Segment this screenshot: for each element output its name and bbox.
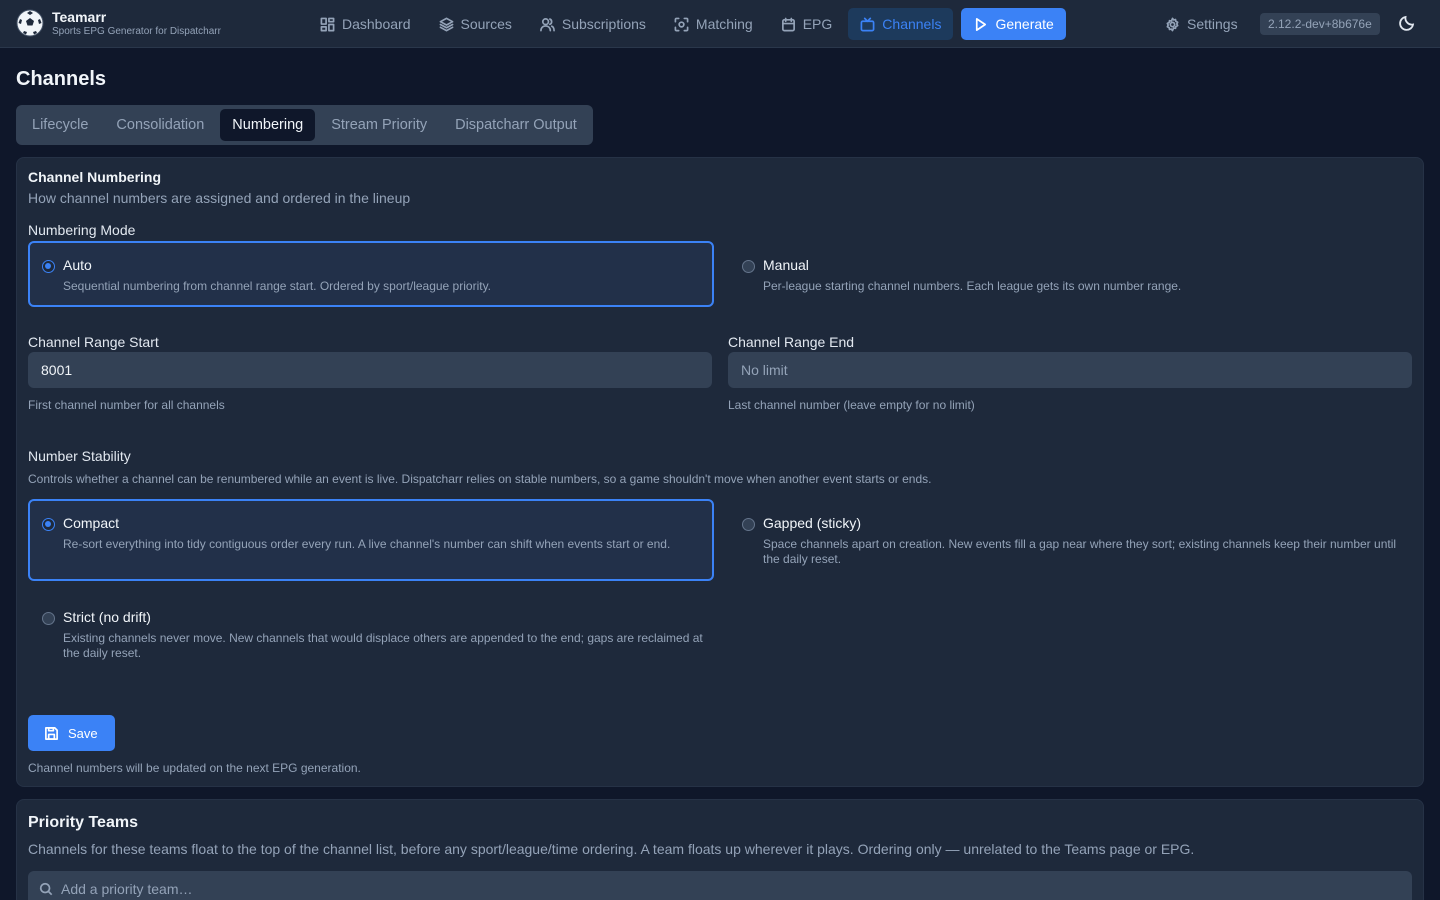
strict-radio[interactable]	[42, 612, 55, 625]
top-navigation-bar: Teamarr Sports EPG Generator for Dispatc…	[0, 0, 1440, 48]
section-description: How channel numbers are assigned and ord…	[28, 190, 411, 206]
tab-consolidation[interactable]: Consolidation	[104, 109, 216, 141]
gear-icon	[1166, 17, 1179, 31]
manual-radio[interactable]	[742, 260, 755, 273]
option-description: Existing channels never move. New channe…	[63, 631, 703, 660]
search-icon	[39, 882, 53, 896]
tab-numbering[interactable]: Numbering	[220, 109, 316, 141]
tab-dispatcharr-output[interactable]: Dispatcharr Output	[443, 109, 589, 141]
scan-icon	[674, 17, 689, 31]
tv-icon	[860, 17, 875, 31]
numbering-mode-label: Numbering Mode	[28, 222, 136, 238]
stability-compact-option[interactable]: Compact Re-sort everything into tidy con…	[28, 499, 714, 581]
compact-radio[interactable]	[42, 518, 55, 531]
nav-item-label: Matching	[695, 16, 753, 32]
nav-item-label: EPG	[802, 16, 833, 32]
floppy-disk-icon	[45, 726, 58, 740]
nav-item-label: Sources	[460, 16, 512, 32]
range-end-input[interactable]: No limit	[728, 352, 1412, 388]
option-title: Manual	[763, 257, 809, 273]
range-start-label: Channel Range Start	[28, 334, 159, 350]
brand[interactable]: Teamarr Sports EPG Generator for Dispatc…	[16, 9, 221, 37]
generate-button[interactable]: Generate	[961, 8, 1066, 40]
range-end-help: Last channel number (leave empty for no …	[728, 398, 975, 412]
layers-icon	[439, 17, 453, 31]
range-start-help: First channel number for all channels	[28, 398, 225, 412]
option-title: Compact	[63, 515, 120, 531]
nav-item-dashboard[interactable]: Dashboard	[308, 8, 423, 40]
version-badge: 2.12.2-dev+8b676e	[1260, 13, 1380, 35]
nav-item-epg[interactable]: EPG	[769, 8, 845, 40]
section-title: Priority Teams	[28, 814, 138, 831]
nav-item-matching[interactable]: Matching	[662, 8, 765, 40]
settings-label: Settings	[1187, 16, 1238, 32]
option-description: Re-sort everything into tidy contiguous …	[63, 537, 671, 551]
option-title: Auto	[63, 257, 92, 273]
app-subtitle: Sports EPG Generator for Dispatcharr	[52, 25, 221, 37]
main-nav: Dashboard Sources Subscriptions Matching…	[308, 8, 1070, 40]
calendar-icon	[781, 17, 795, 31]
users-icon	[539, 17, 555, 31]
nav-item-label: Dashboard	[342, 16, 411, 32]
page-title: Channels	[16, 68, 107, 90]
save-note: Channel numbers will be updated on the n…	[28, 761, 361, 775]
save-button[interactable]: Save	[28, 715, 115, 751]
dashboard-icon	[320, 17, 335, 31]
numbering-mode-manual-option[interactable]: Manual Per-league starting channel numbe…	[728, 241, 1414, 307]
range-start-input[interactable]: 8001	[28, 352, 712, 388]
nav-item-channels[interactable]: Channels	[848, 8, 954, 40]
search-placeholder: Add a priority team…	[61, 881, 193, 897]
theme-toggle-button[interactable]	[1398, 14, 1418, 34]
stability-strict-option[interactable]: Strict (no drift) Existing channels neve…	[28, 593, 714, 675]
number-stability-label: Number Stability	[28, 448, 131, 464]
play-icon	[976, 17, 987, 31]
tab-stream-priority[interactable]: Stream Priority	[319, 109, 439, 141]
option-description: Space channels apart on creation. New ev…	[763, 537, 1397, 566]
save-button-label: Save	[68, 725, 98, 741]
settings-button[interactable]: Settings	[1153, 8, 1250, 40]
option-description: Sequential numbering from channel range …	[63, 279, 492, 293]
channel-numbering-card: Channel Numbering How channel numbers ar…	[16, 157, 1424, 787]
nav-item-subscriptions[interactable]: Subscriptions	[528, 8, 658, 40]
auto-radio[interactable]	[42, 260, 55, 273]
app-title: Teamarr	[52, 8, 107, 25]
gapped-radio[interactable]	[742, 518, 755, 531]
section-title: Channel Numbering	[28, 169, 162, 185]
soccer-ball-logo-icon	[16, 9, 44, 37]
number-stability-description: Controls whether a channel can be renumb…	[28, 472, 932, 486]
tab-lifecycle[interactable]: Lifecycle	[20, 109, 100, 141]
option-title: Strict (no drift)	[63, 609, 151, 625]
option-description: Per-league starting channel numbers. Eac…	[763, 279, 1182, 293]
option-title: Gapped (sticky)	[763, 515, 862, 531]
nav-item-label: Channels	[882, 16, 942, 32]
priority-team-search-input[interactable]: Add a priority team…	[28, 871, 1412, 900]
generate-button-label: Generate	[995, 16, 1054, 32]
stability-gapped-option[interactable]: Gapped (sticky) Space channels apart on …	[728, 499, 1414, 581]
channel-tabs: Lifecycle Consolidation Numbering Stream…	[16, 105, 593, 145]
moon-icon	[1399, 15, 1415, 31]
priority-teams-card: Priority Teams Channels for these teams …	[16, 799, 1424, 900]
section-description: Channels for these teams float to the to…	[28, 841, 1195, 857]
numbering-mode-auto-option[interactable]: Auto Sequential numbering from channel r…	[28, 241, 714, 307]
range-end-label: Channel Range End	[728, 334, 855, 350]
nav-item-label: Subscriptions	[561, 16, 646, 32]
nav-item-sources[interactable]: Sources	[427, 8, 524, 40]
